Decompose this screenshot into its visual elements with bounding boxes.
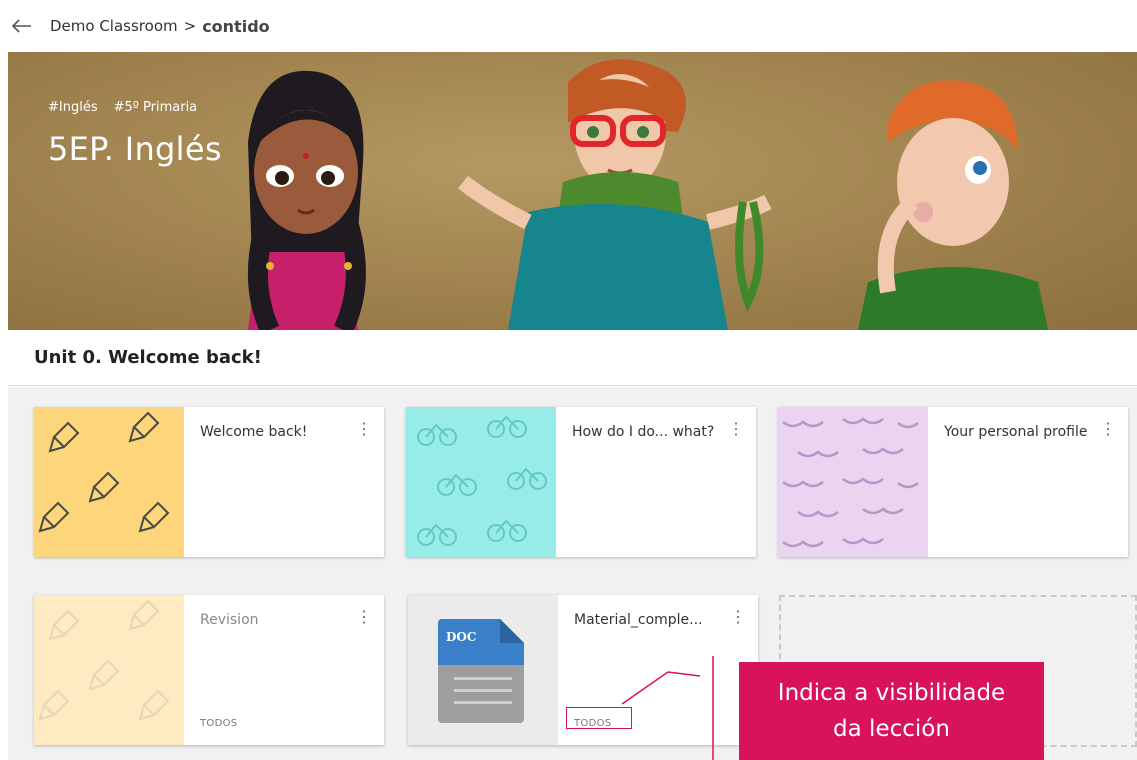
- annotation-line-1: Indica a visibilidade: [777, 680, 1006, 706]
- annotation-callout: Indica a visibilidade da lección: [739, 662, 1044, 760]
- annotation-line-2: da lección: [833, 716, 950, 742]
- page: Demo Classroom > contido #Inglés #5º Pri…: [0, 0, 1137, 760]
- annotation-lines: [621, 656, 714, 760]
- visibility-highlight-box: [566, 707, 632, 729]
